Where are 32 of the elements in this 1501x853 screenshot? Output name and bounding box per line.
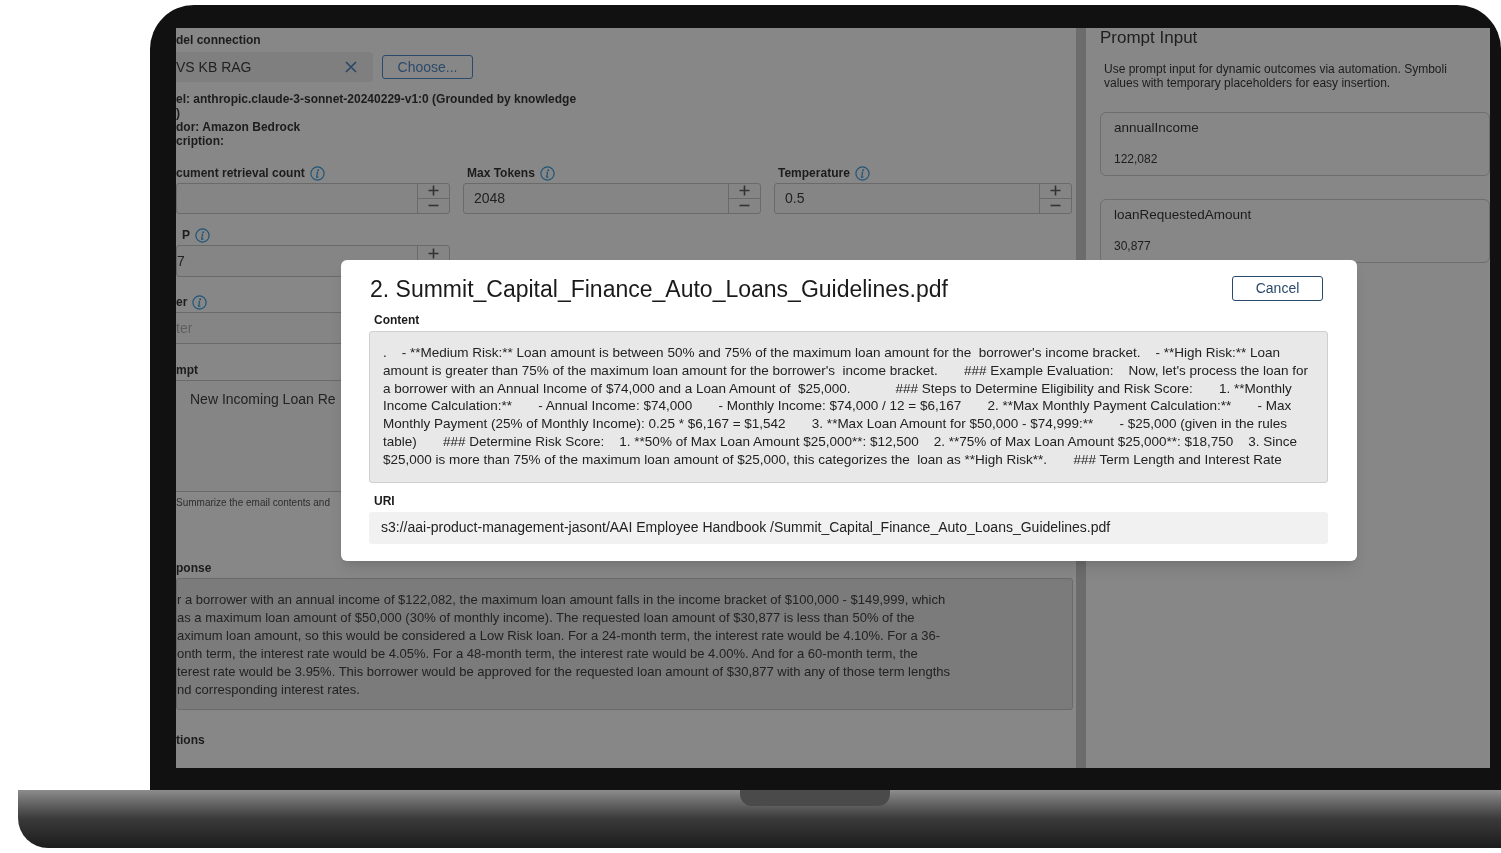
response-line: r a borrower with an annual income of $122,082, the maximum loan amount falls in the income bracket of $100,000 - $149,999, which <box>177 591 947 609</box>
field-label: cument retrieval count <box>176 165 305 182</box>
field-label: Content <box>373 312 421 329</box>
variable-value: 122,082 <box>1114 151 1159 168</box>
field-label: Temperature <box>778 165 850 182</box>
panel-title: Prompt Input <box>1100 28 1199 48</box>
variable-name: loanRequestedAmount <box>1114 207 1253 223</box>
field-hint: Summarize the email contents and <box>176 496 330 510</box>
uri-field: s3://aai-product-management-jasont/AAI Employee Handbook /Summit_Capital_Finance_Auto_Loans_Guidelines.pdf <box>369 511 1328 544</box>
field-label: ponse <box>176 560 212 577</box>
field-label: tions <box>176 732 205 749</box>
model-detail: cription: <box>176 134 225 148</box>
response-line: nd corresponding interest rates. <box>177 681 361 699</box>
field-label: mpt <box>176 362 198 379</box>
model-detail: el: anthropic.claude-3-sonnet-20240229-v1:0 (Grounded by knowledge <box>176 92 577 106</box>
response-line: terest rate would be 3.95%. This borrower would be approved for the requested loan amount of $30,877 with any of those term lengths <box>177 663 951 681</box>
field-label: URI <box>373 492 396 510</box>
model-detail: ) <box>176 106 181 120</box>
model-detail: dor: Amazon Bedrock <box>176 120 302 134</box>
panel-description: values with temporary placeholders for easy insertion. <box>1104 76 1392 90</box>
response-line: onth term, the interest rate would be 4.05%. For a 48-month term, the interest rate would be 4.00%. And for a 60-month term, the <box>177 645 919 663</box>
field-label: P <box>182 227 190 244</box>
field-label: del connection <box>176 32 261 49</box>
variable-name: annualIncome <box>1114 120 1200 136</box>
response-line: aximum loan amount, so this would be considered a Low Risk loan. For a 24-month term, the interest rate would be 4.10%. For a 36- <box>177 627 942 645</box>
content-text: . - **Medium Risk:** Loan amount is between 50% and 75% of the maximum loan amount for the borrower's income bracket. - **High Risk:** Loan amount is greater than 75% of the maximum loan amount for the borrower's income bracket. ### Example Evaluation: Now, let's process the loan for a borrower with an Annual Income of $74,000 and a Loan Amount of $25,000. ### Steps to Determine Eligibility and Risk Score: 1. **Monthly Income Calculation:** - Annual Income: $74,000 - Monthly Income: $74,000 / 12 = $6,167 2. **Max Monthly Payment Calculation:** - Max Monthly Payment (25% of Monthly Income): 0.25 * $6,167 = $1,542 3. **Max Loan Amount for $50,000 - $74,999:** - $25,000 (given in the rules table) ### Determine Risk Score: 1. **50% of Max Loan Amount $25,000**: $12,500 2. **75% of Max Loan Amount $25,000**: $18,750 3. Since $25,000 is more than 75% of the maximum loan amount of $25,000, this categorizes the loan as **High Risk**. ### Term Length and Interest Rate <box>369 331 1328 483</box>
field-label: Max Tokens <box>467 165 535 182</box>
response-line: as a maximum loan amount of $50,000 (30% of monthly income). The requested loan amount of $30,877 is less than 50% of the <box>177 609 916 627</box>
panel-description: Use prompt input for dynamic outcomes via automation. Symboli <box>1104 62 1448 76</box>
dialog-title: 2. Summit_Capital_Finance_Auto_Loans_Guidelines.pdf <box>369 275 948 304</box>
field-label: er <box>176 294 188 311</box>
variable-value: 30,877 <box>1114 238 1152 255</box>
